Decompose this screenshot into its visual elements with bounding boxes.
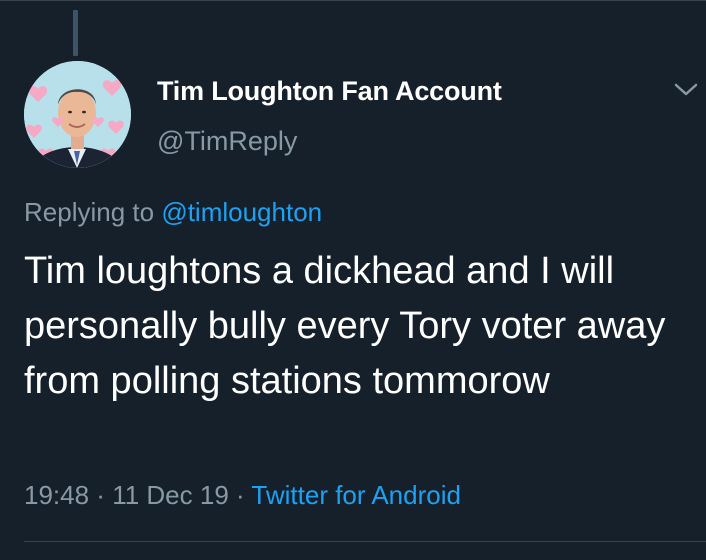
thread-connector-line [73,10,78,56]
avatar-image [24,61,131,168]
tweet-metadata: 19:48 · 11 Dec 19 · Twitter for Android [24,480,461,511]
tweet-text: Tim loughtons a dickhead and I will pers… [24,250,666,402]
replying-to-label: Replying to [24,197,162,227]
user-handle[interactable]: @TimReply [157,126,297,157]
replying-to-mention-link[interactable]: @timloughton [161,197,322,227]
tweet-source-link[interactable]: Twitter for Android [251,480,461,510]
display-name[interactable]: Tim Loughton Fan Account [157,76,502,107]
tweet-time[interactable]: 19:48 [24,480,89,510]
metadata-separator: · [89,480,113,510]
chevron-down-icon[interactable] [671,80,701,100]
replying-to-line: Replying to @timloughton [24,197,322,228]
top-divider [0,0,706,1]
chevron-down-icon-graphic [674,83,698,96]
metadata-separator: · [228,480,252,510]
avatar[interactable] [24,61,131,168]
tweet-date[interactable]: 11 Dec 19 [112,480,229,510]
bottom-divider [24,541,706,542]
